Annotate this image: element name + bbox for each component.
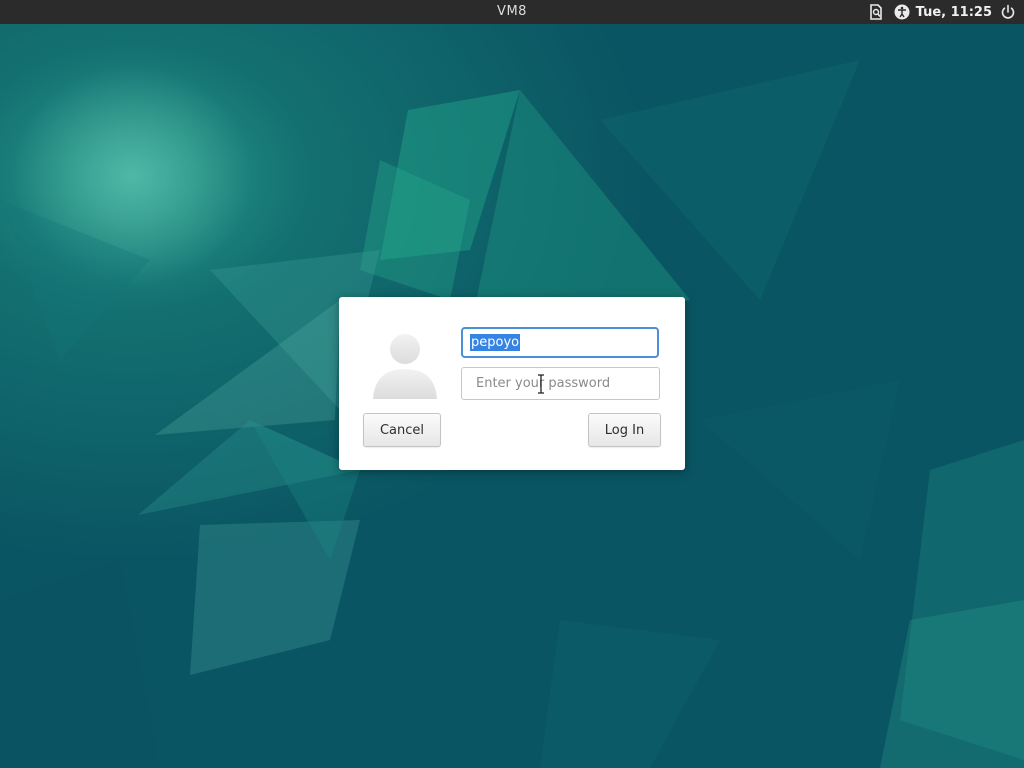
accessibility-icon[interactable] [894,4,910,20]
power-icon[interactable] [1000,4,1016,20]
top-bar: VM8 Tue, 11:25 [0,0,1024,24]
log-in-button[interactable]: Log In [588,413,661,447]
cancel-button[interactable]: Cancel [363,413,441,447]
system-tray: Tue, 11:25 [858,0,1016,24]
login-screen: VM8 Tue, 11:25 pepoyo Cancel Log In [0,0,1024,768]
login-dialog: pepoyo Cancel Log In [339,297,685,470]
text-cursor-icon [538,374,544,394]
clock[interactable]: Tue, 11:25 [916,5,992,20]
screen-reader-icon[interactable] [868,4,884,20]
user-avatar-icon [369,329,441,401]
username-value: pepoyo [470,334,521,351]
username-field[interactable]: pepoyo [461,327,659,358]
password-field[interactable] [461,367,660,400]
